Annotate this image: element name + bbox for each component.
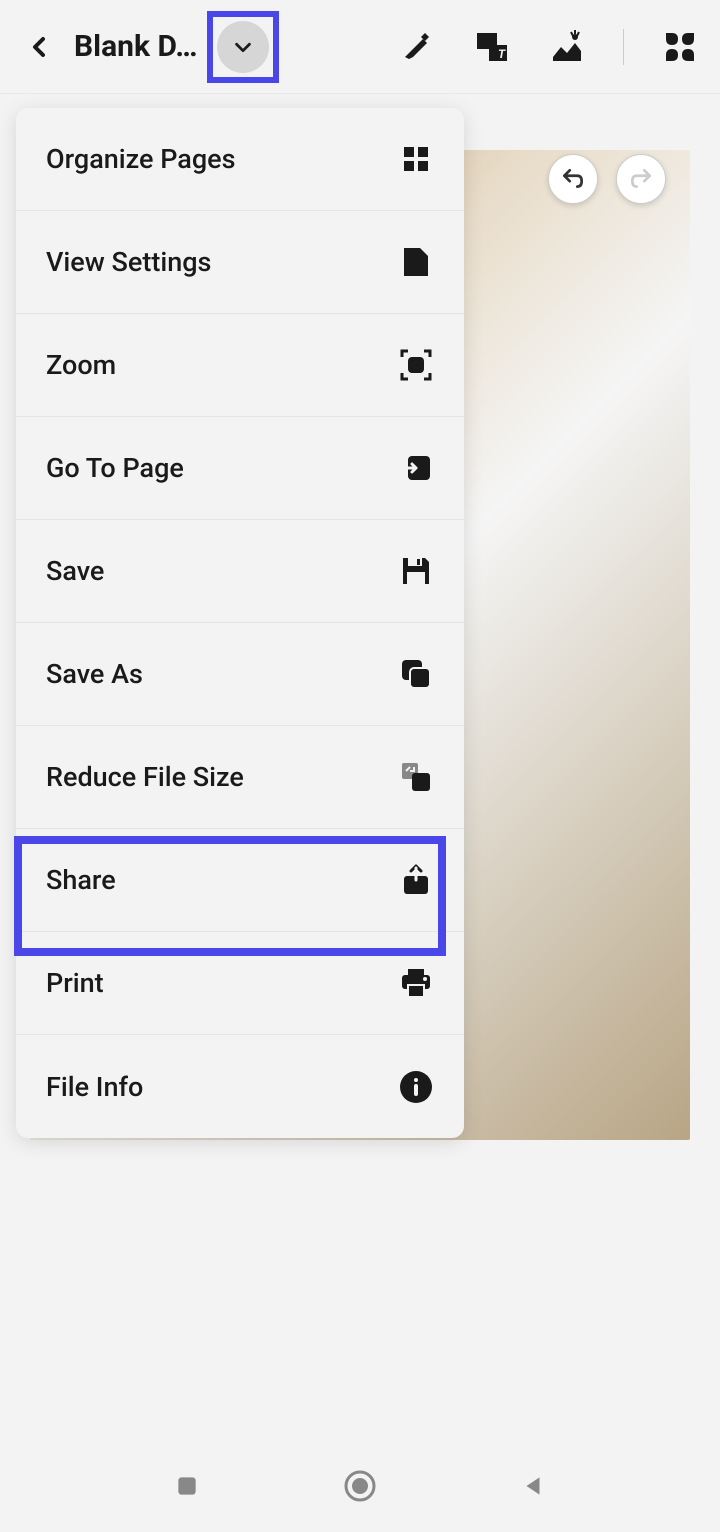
dropdown-toggle-button[interactable] xyxy=(217,21,269,73)
image-text-button[interactable]: T xyxy=(471,27,511,67)
back-button[interactable] xyxy=(20,27,60,67)
highlighter-button[interactable] xyxy=(395,27,435,67)
print-icon xyxy=(398,965,434,1001)
redo-button[interactable] xyxy=(616,154,666,204)
system-nav-bar xyxy=(0,1440,720,1532)
back-arrow-icon xyxy=(28,35,52,59)
menu-label: Save xyxy=(46,555,104,587)
dropdown-menu: Organize Pages View Settings Zoom Go To … xyxy=(16,108,464,1138)
menu-label: Save As xyxy=(46,658,143,690)
save-icon xyxy=(398,553,434,589)
menu-label: Reduce File Size xyxy=(46,761,244,793)
menu-item-file-info[interactable]: File Info xyxy=(16,1035,464,1138)
undo-redo-group xyxy=(548,154,666,204)
menu-label: Print xyxy=(46,967,104,999)
square-icon xyxy=(174,1473,200,1499)
goto-icon xyxy=(398,450,434,486)
redo-icon xyxy=(628,166,654,192)
document-title: Blank D… xyxy=(74,29,197,64)
image-insert-icon xyxy=(549,29,585,65)
menu-item-share[interactable]: Share xyxy=(16,829,464,932)
home-button[interactable] xyxy=(340,1466,380,1506)
svg-text:T: T xyxy=(498,47,506,61)
toolbar-actions: T xyxy=(395,27,700,67)
menu-item-reduce-file-size[interactable]: Reduce File Size xyxy=(16,726,464,829)
undo-button[interactable] xyxy=(548,154,598,204)
copy-icon xyxy=(398,656,434,692)
top-toolbar: Blank D… T xyxy=(0,0,720,94)
menu-label: Go To Page xyxy=(46,452,184,484)
menu-item-save[interactable]: Save xyxy=(16,520,464,623)
zoom-icon xyxy=(398,347,434,383)
grid-icon xyxy=(398,141,434,177)
menu-label: Zoom xyxy=(46,349,116,381)
recents-button[interactable] xyxy=(167,1466,207,1506)
menu-item-view-settings[interactable]: View Settings xyxy=(16,211,464,314)
menu-item-save-as[interactable]: Save As xyxy=(16,623,464,726)
highlighter-icon xyxy=(397,29,433,65)
triangle-back-icon xyxy=(520,1473,546,1499)
menu-item-print[interactable]: Print xyxy=(16,932,464,1035)
menu-label: Share xyxy=(46,864,116,896)
menu-item-organize-pages[interactable]: Organize Pages xyxy=(16,108,464,211)
menu-label: Organize Pages xyxy=(46,143,236,175)
menu-item-go-to-page[interactable]: Go To Page xyxy=(16,417,464,520)
chevron-down-icon xyxy=(232,36,254,58)
info-icon xyxy=(398,1069,434,1105)
image-insert-button[interactable] xyxy=(547,27,587,67)
image-text-icon: T xyxy=(473,29,509,65)
circle-icon xyxy=(343,1469,377,1503)
apps-button[interactable] xyxy=(660,27,700,67)
menu-label: View Settings xyxy=(46,246,211,278)
toolbar-divider xyxy=(623,29,624,65)
undo-icon xyxy=(560,166,586,192)
back-nav-button[interactable] xyxy=(513,1466,553,1506)
menu-item-zoom[interactable]: Zoom xyxy=(16,314,464,417)
menu-label: File Info xyxy=(46,1071,143,1103)
page-icon xyxy=(398,244,434,280)
dropdown-toggle-highlight xyxy=(207,11,279,83)
reduce-icon xyxy=(398,759,434,795)
share-icon xyxy=(398,862,434,898)
apps-grid-icon xyxy=(662,29,698,65)
